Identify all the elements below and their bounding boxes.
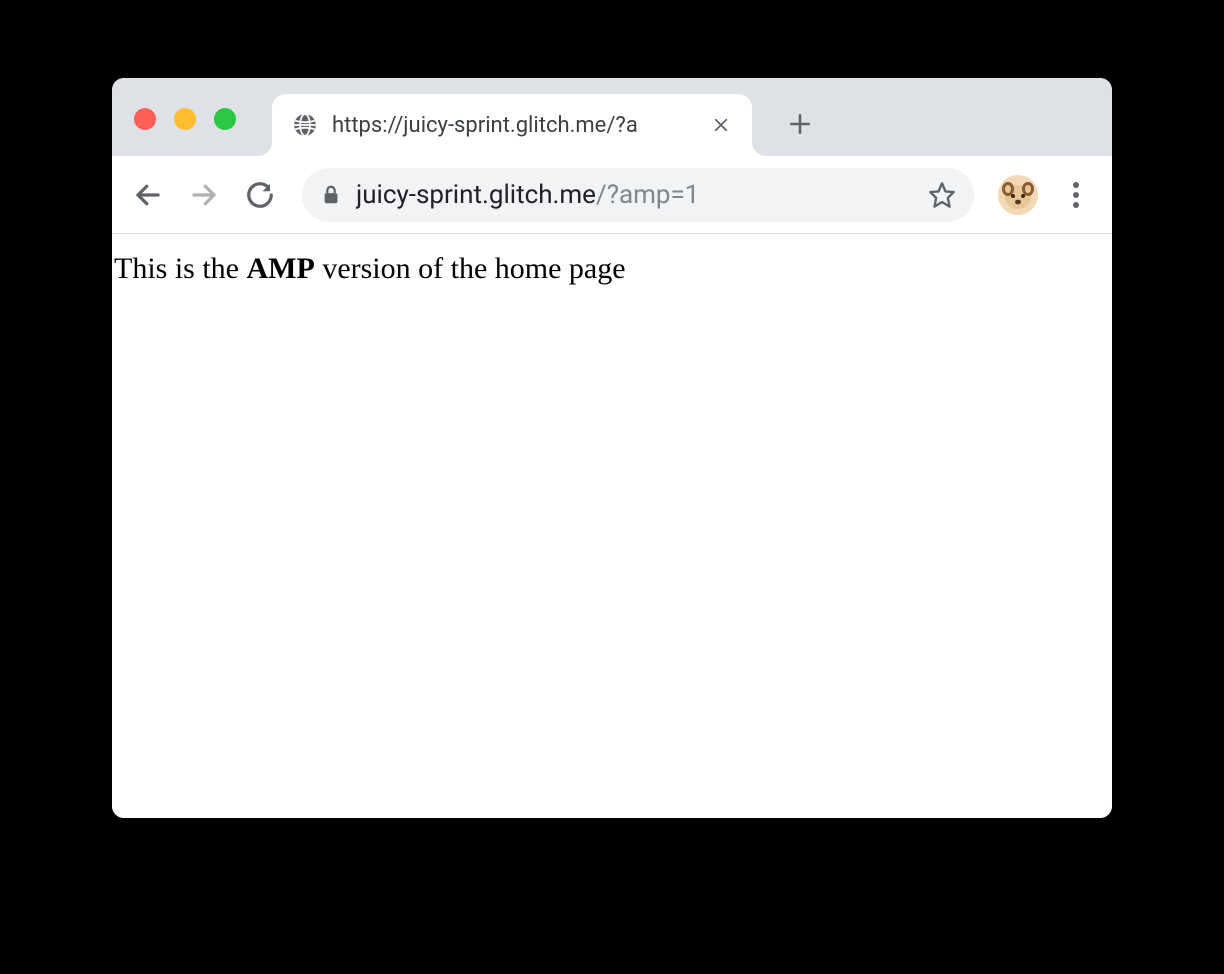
address-bar[interactable]: juicy-sprint.glitch.me/?amp=1 bbox=[302, 168, 974, 222]
text-bold: AMP bbox=[247, 252, 315, 285]
url-text: juicy-sprint.glitch.me/?amp=1 bbox=[356, 180, 914, 210]
bookmark-button[interactable] bbox=[928, 181, 956, 209]
globe-icon bbox=[292, 112, 318, 138]
new-tab-button[interactable] bbox=[782, 106, 818, 142]
profile-avatar[interactable] bbox=[998, 175, 1038, 215]
page-content: This is the AMP version of the home page bbox=[112, 234, 1112, 818]
browser-tab[interactable]: https://juicy-sprint.glitch.me/?a bbox=[272, 94, 752, 156]
back-button[interactable] bbox=[124, 171, 172, 219]
maximize-window-button[interactable] bbox=[214, 108, 236, 130]
url-path: /?amp=1 bbox=[596, 180, 699, 210]
close-tab-button[interactable] bbox=[710, 114, 732, 136]
window-controls bbox=[134, 108, 236, 130]
url-host: juicy-sprint.glitch.me bbox=[356, 180, 596, 210]
tab-strip: https://juicy-sprint.glitch.me/?a bbox=[112, 78, 1112, 156]
lock-icon bbox=[320, 184, 342, 206]
text-after: version of the home page bbox=[315, 252, 626, 285]
text-before: This is the bbox=[114, 252, 247, 285]
forward-button[interactable] bbox=[180, 171, 228, 219]
reload-button[interactable] bbox=[236, 171, 284, 219]
menu-button[interactable] bbox=[1052, 171, 1100, 219]
minimize-window-button[interactable] bbox=[174, 108, 196, 130]
tab-title: https://juicy-sprint.glitch.me/?a bbox=[332, 113, 696, 138]
close-window-button[interactable] bbox=[134, 108, 156, 130]
page-text: This is the AMP version of the home page bbox=[114, 252, 626, 285]
toolbar: juicy-sprint.glitch.me/?amp=1 bbox=[112, 156, 1112, 234]
browser-window: https://juicy-sprint.glitch.me/?a bbox=[112, 78, 1112, 818]
